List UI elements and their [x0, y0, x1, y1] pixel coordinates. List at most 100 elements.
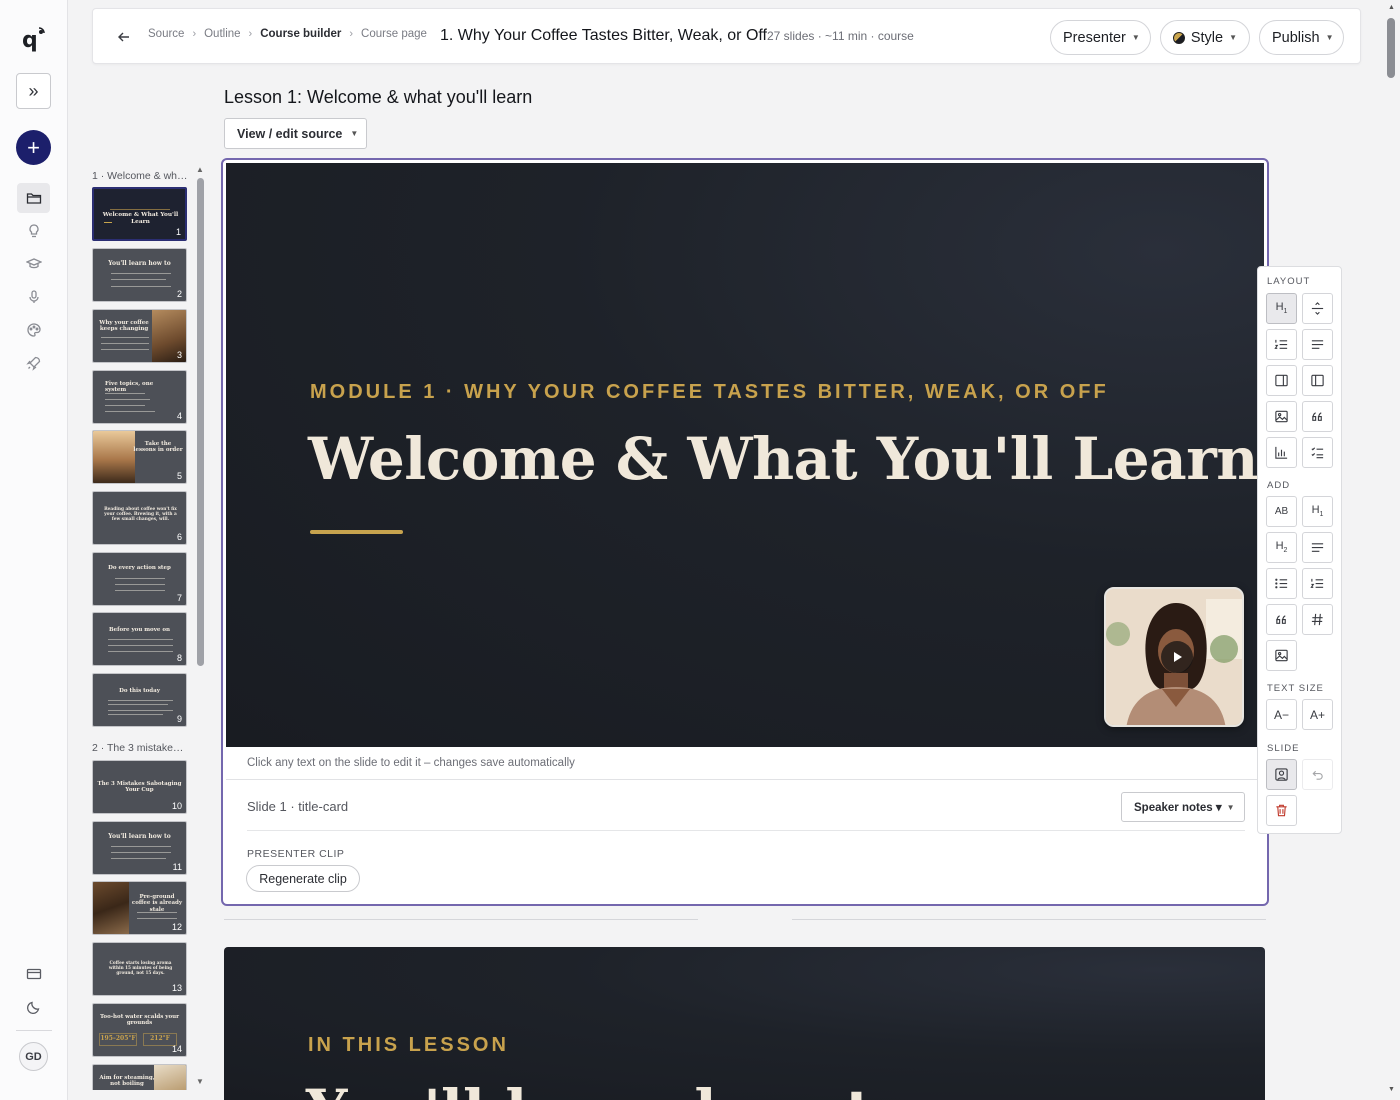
slide-thumbnail-8[interactable]: Before you move on 8	[92, 612, 187, 666]
play-icon[interactable]	[1161, 641, 1193, 673]
new-course-button[interactable]: +	[16, 130, 51, 165]
text-smaller-button[interactable]: A−	[1266, 699, 1297, 730]
layout-title-button[interactable]: H1	[1266, 293, 1297, 324]
rail-item-billing[interactable]	[17, 959, 50, 989]
slide-canvas-2[interactable]: IN THIS LESSON You'll learn how to	[224, 947, 1265, 1100]
thumb-scrollbar[interactable]	[197, 178, 204, 666]
slide-thumbnail-14[interactable]: Too-hot water scalds your grounds 195–20…	[92, 1003, 187, 1057]
presenter-button[interactable]: Presenter ▼	[1050, 20, 1151, 55]
thumb-number: 8	[176, 653, 182, 663]
slide-thumbnail-4[interactable]: Five topics, one system 4	[92, 370, 187, 424]
slide-thumbnail-15[interactable]: Aim for steaming, not boiling	[92, 1064, 187, 1090]
slide-thumbnail-2[interactable]: You'll learn how to 2	[92, 248, 187, 302]
slide-thumbnail-10[interactable]: The 3 Mistakes Sabotaging Your Cup 10	[92, 760, 187, 814]
text-larger-button[interactable]: A+	[1302, 699, 1333, 730]
slide-thumbnail-6[interactable]: Reading about coffee won't fix your coff…	[92, 491, 187, 545]
add-bullet-list-button[interactable]	[1266, 568, 1297, 599]
regenerate-clip-button[interactable]: Regenerate clip	[246, 865, 360, 892]
layout-image-button[interactable]	[1266, 401, 1297, 432]
page-scroll-down-icon[interactable]: ▼	[1388, 1086, 1395, 1093]
slide-thumbnail-1[interactable]: Welcome & What You'll Learn 1	[92, 187, 187, 241]
layout-text-button[interactable]	[1302, 329, 1333, 360]
slide-thumbnail-13[interactable]: Coffee starts losing aroma within 15 min…	[92, 942, 187, 996]
view-edit-source-button[interactable]: View / edit source ▼	[224, 118, 367, 149]
thumb-number: 10	[171, 801, 182, 811]
view-edit-source-label: View / edit source	[237, 126, 343, 141]
app-logo[interactable]: q	[18, 24, 48, 54]
user-avatar[interactable]: GD	[19, 1042, 48, 1071]
page-scrollbar[interactable]	[1387, 18, 1395, 78]
dark-mode-toggle[interactable]	[17, 992, 50, 1022]
breadcrumb-course-builder[interactable]: Course builder	[260, 28, 341, 40]
thumb-scroll-up-icon[interactable]: ▲	[196, 165, 204, 174]
add-heading1-button[interactable]: H1	[1302, 496, 1333, 527]
rail-item-ideas[interactable]	[17, 216, 50, 246]
rail-item-courses[interactable]	[17, 249, 50, 279]
breadcrumb-source[interactable]: Source	[148, 28, 184, 40]
speaker-notes-button[interactable]: Speaker notes ▾ ▼	[1121, 792, 1245, 822]
breadcrumb-course-page[interactable]: Course page	[361, 28, 427, 40]
course-title: 1. Why Your Coffee Tastes Bitter, Weak, …	[440, 27, 767, 44]
slide-title[interactable]: Welcome & What You'll Learn	[308, 425, 1258, 493]
add-image-button[interactable]	[1266, 640, 1297, 671]
rail-item-projects[interactable]	[17, 183, 50, 213]
slide-thumbnail-7[interactable]: Do every action step 7	[92, 552, 187, 606]
slide-editor-card: MODULE 1 · WHY YOUR COFFEE TASTES BITTER…	[221, 158, 1269, 906]
rail-item-launch[interactable]	[17, 348, 50, 378]
style-button[interactable]: Style ▼	[1160, 20, 1250, 55]
add-paragraph-button[interactable]	[1302, 532, 1333, 563]
expand-sidebar-button[interactable]: »	[16, 73, 51, 109]
delete-slide-button[interactable]	[1266, 795, 1297, 826]
thumb-section-1[interactable]: 1 · Welcome & wh…	[92, 170, 192, 182]
undo-button[interactable]	[1302, 759, 1333, 790]
slide-title[interactable]: You'll learn how to	[306, 1077, 911, 1100]
page-scroll-up-icon[interactable]: ▲	[1388, 4, 1395, 11]
presenter-video[interactable]	[1104, 587, 1244, 727]
rail-item-voice[interactable]	[17, 282, 50, 312]
rail-item-styles[interactable]	[17, 315, 50, 345]
add-stat-button[interactable]	[1302, 604, 1333, 635]
layout-quote-button[interactable]	[1302, 401, 1333, 432]
breadcrumb-outline[interactable]: Outline	[204, 28, 240, 40]
thumb-scroll-down-icon[interactable]: ▼	[196, 1077, 204, 1086]
thumb-number: 5	[176, 471, 182, 481]
publish-button[interactable]: Publish ▼	[1259, 20, 1344, 55]
slide-thumbnail-11[interactable]: You'll learn how to 11	[92, 821, 187, 875]
slide-heading: SLIDE	[1267, 743, 1300, 754]
bar-chart-icon	[1275, 446, 1288, 459]
checklist-icon	[1311, 447, 1324, 459]
caret-down-icon: ▼	[350, 129, 359, 138]
panel-right-icon	[1275, 374, 1288, 387]
style-button-label: Style	[1190, 29, 1224, 46]
presenter-clip-label: PRESENTER CLIP	[247, 848, 345, 860]
divider	[226, 779, 1264, 780]
thumb-section-2[interactable]: 2 · The 3 mistake…	[92, 742, 192, 754]
layout-split-left-button[interactable]	[1302, 365, 1333, 396]
caret-down-icon: ▼	[1229, 33, 1237, 42]
slide-kicker[interactable]: IN THIS LESSON	[308, 1034, 509, 1057]
back-button[interactable]	[113, 25, 135, 49]
slide-thumbnail-12[interactable]: Pre-ground coffee is already stale 12	[92, 881, 187, 935]
add-quote-button[interactable]	[1266, 604, 1297, 635]
toggle-presenter-button[interactable]	[1266, 759, 1297, 790]
slide-thumbnail-list: 1 · Welcome & wh… Welcome & What You'll …	[86, 165, 210, 1090]
quote-icon	[1312, 412, 1322, 421]
add-numbered-list-button[interactable]	[1302, 568, 1333, 599]
slide-thumbnail-3[interactable]: Why your coffee keeps changing 3	[92, 309, 187, 363]
add-heading2-button[interactable]: H2	[1266, 532, 1297, 563]
thumb-number: 14	[171, 1044, 182, 1054]
layout-checklist-button[interactable]	[1302, 437, 1333, 468]
slide-thumbnail-9[interactable]: Do this today 9	[92, 673, 187, 727]
layout-numbered-button[interactable]	[1266, 329, 1297, 360]
layout-split-right-button[interactable]	[1266, 365, 1297, 396]
add-text-button[interactable]: AB	[1266, 496, 1297, 527]
section-divider-icon	[1311, 302, 1324, 315]
slide-kicker[interactable]: MODULE 1 · WHY YOUR COFFEE TASTES BITTER…	[310, 381, 1109, 404]
slide-separator	[224, 919, 698, 920]
slide-thumbnail-5[interactable]: Take the lessons in order 5	[92, 430, 187, 484]
layout-chart-button[interactable]	[1266, 437, 1297, 468]
slide-canvas[interactable]: MODULE 1 · WHY YOUR COFFEE TASTES BITTER…	[226, 163, 1264, 747]
layout-divider-button[interactable]	[1302, 293, 1333, 324]
folder-icon	[26, 193, 41, 204]
heading-1-icon: H1	[1311, 504, 1324, 519]
